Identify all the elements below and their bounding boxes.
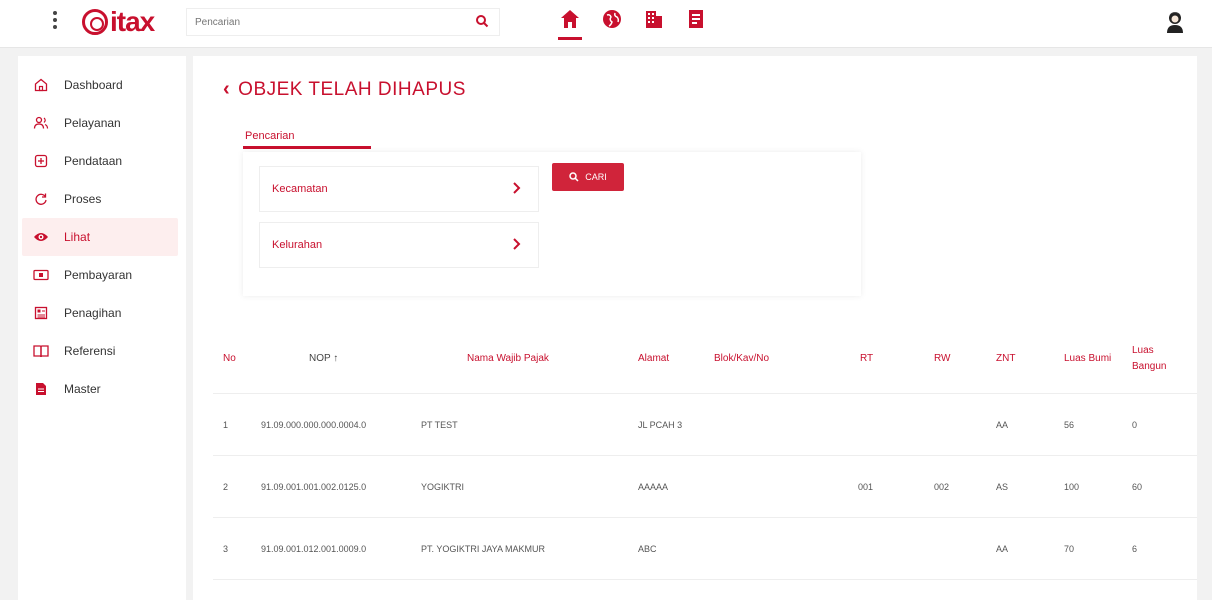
cell-nama: PT. YOGIKTRI JAYA MAKMUR: [421, 543, 546, 554]
back-chevron-icon[interactable]: ‹: [223, 78, 230, 101]
kelurahan-select[interactable]: Kelurahan: [259, 222, 539, 268]
cell-alamat: JL PCAH 3: [638, 419, 683, 430]
cell-luas-bangunan: 6: [1132, 543, 1138, 554]
cell-rw: 002: [934, 481, 950, 492]
cell-nop: 91.09.000.000.000.0004.0: [261, 419, 367, 430]
sidebar-item-label: Lihat: [64, 230, 91, 244]
globe-icon[interactable]: [600, 8, 624, 38]
col-luas-bumi[interactable]: Luas Bumi: [1052, 351, 1120, 367]
search-box[interactable]: [186, 8, 500, 36]
col-rw[interactable]: RW: [910, 353, 984, 364]
home-outline-icon: [32, 76, 50, 94]
search-icon: [569, 172, 579, 182]
table-header: No NOP ↑ Nama Wajib Pajak Alamat Blok/Ka…: [213, 324, 1197, 394]
cell-no: 3: [223, 543, 229, 554]
cell-nama: PT TEST: [421, 419, 458, 430]
sidebar-item-label: Pembayaran: [64, 268, 133, 282]
cell-luas-bumi: 70: [1064, 543, 1075, 554]
cell-znt: AA: [996, 419, 1009, 430]
cash-icon: [32, 266, 50, 284]
more-vertical-icon[interactable]: [52, 11, 58, 33]
cell-nop: 91.09.001.012.001.0009.0: [261, 543, 367, 554]
cell-nama: YOGIKTRI: [421, 481, 465, 492]
cari-button[interactable]: CARI: [552, 163, 624, 191]
cell-luas-bangunan: 60: [1132, 481, 1143, 492]
user-avatar-icon[interactable]: [1164, 10, 1186, 39]
file-icon: [32, 380, 50, 398]
col-luas-bangunan[interactable]: Luas Bangun: [1120, 343, 1180, 375]
tab-pencarian[interactable]: Pencarian: [245, 130, 295, 142]
cell-no: 2: [223, 481, 229, 492]
main-nav: [558, 8, 708, 40]
sidebar-item-label: Dashboard: [64, 78, 123, 92]
page-title-text: OBJEK TELAH DIHAPUS: [238, 78, 466, 100]
document-icon[interactable]: [684, 8, 708, 38]
col-no[interactable]: No: [213, 353, 261, 364]
cell-znt: AA: [996, 543, 1009, 554]
col-nop[interactable]: NOP ↑: [261, 353, 421, 364]
col-nama[interactable]: Nama Wajib Pajak: [421, 353, 606, 364]
cell-no: 1: [223, 419, 229, 430]
refresh-icon: [32, 190, 50, 208]
main-content: ‹ OBJEK TELAH DIHAPUS Pencarian Kecamata…: [193, 56, 1197, 600]
chevron-right-icon: [512, 237, 522, 254]
sidebar-item-pembayaran[interactable]: Pembayaran: [22, 256, 178, 294]
sidebar-item-label: Pendataan: [64, 154, 123, 168]
sidebar-item-referensi[interactable]: Referensi: [22, 332, 178, 370]
sidebar-item-master[interactable]: Master: [22, 370, 178, 408]
cell-alamat: ABC: [638, 543, 657, 554]
logo-mark-icon: [82, 9, 108, 35]
col-znt[interactable]: ZNT: [984, 353, 1052, 364]
kelurahan-label: Kelurahan: [272, 239, 323, 251]
sidebar-item-pendataan[interactable]: Pendataan: [22, 142, 178, 180]
cell-rt: 001: [858, 481, 874, 492]
users-icon: [32, 114, 50, 132]
chevron-right-icon: [512, 181, 522, 198]
page-title: ‹ OBJEK TELAH DIHAPUS: [223, 78, 466, 101]
search-input[interactable]: [187, 9, 447, 35]
sidebar-item-label: Master: [64, 382, 101, 396]
invoice-icon: [32, 304, 50, 322]
cell-luas-bangunan: 0: [1132, 419, 1138, 430]
results-table: No NOP ↑ Nama Wajib Pajak Alamat Blok/Ka…: [213, 324, 1197, 580]
home-icon[interactable]: [558, 8, 582, 40]
logo-text: itax: [110, 6, 155, 37]
itax-logo[interactable]: itax: [82, 6, 155, 38]
sidebar-item-lihat[interactable]: Lihat: [22, 218, 178, 256]
sidebar-item-label: Referensi: [64, 344, 116, 358]
book-icon: [32, 342, 50, 360]
sidebar-item-label: Penagihan: [64, 306, 122, 320]
col-rt[interactable]: RT: [824, 353, 910, 364]
sidebar-item-dashboard[interactable]: Dashboard: [22, 66, 178, 104]
cell-alamat: AAAAA: [638, 481, 669, 492]
table-row[interactable]: 3 91.09.001.012.001.0009.0 PT. YOGIKTRI …: [213, 518, 1197, 580]
tab-indicator: [243, 146, 371, 149]
search-icon[interactable]: [475, 14, 489, 33]
table-row[interactable]: 2 91.09.001.001.002.0125.0 YOGIKTRI AAAA…: [213, 456, 1197, 518]
add-box-icon: [32, 152, 50, 170]
cell-nop: 91.09.001.001.002.0125.0: [261, 481, 367, 492]
sidebar-item-proses[interactable]: Proses: [22, 180, 178, 218]
building-icon[interactable]: [642, 8, 666, 38]
table-row[interactable]: 1 91.09.000.000.000.0004.0 PT TEST JL PC…: [213, 394, 1197, 456]
kecamatan-label: Kecamatan: [272, 183, 328, 195]
sidebar-item-pelayanan[interactable]: Pelayanan: [22, 104, 178, 142]
kecamatan-select[interactable]: Kecamatan: [259, 166, 539, 212]
cari-button-label: CARI: [585, 172, 607, 182]
eye-icon: [32, 228, 50, 246]
sidebar-item-label: Pelayanan: [64, 116, 121, 130]
col-blok[interactable]: Blok/Kav/No: [714, 353, 824, 364]
cell-luas-bumi: 56: [1064, 419, 1075, 430]
cell-luas-bumi: 100: [1064, 481, 1080, 492]
sidebar: Dashboard Pelayanan Pendataan Proses Lih…: [18, 56, 186, 600]
col-alamat[interactable]: Alamat: [606, 353, 714, 364]
top-bar: itax: [0, 0, 1212, 48]
sidebar-item-label: Proses: [64, 192, 102, 206]
cell-znt: AS: [996, 481, 1009, 492]
sidebar-item-penagihan[interactable]: Penagihan: [22, 294, 178, 332]
